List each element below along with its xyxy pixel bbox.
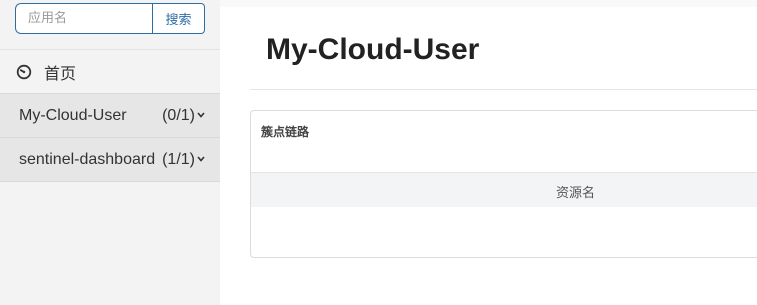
nav-home[interactable]: 首页 bbox=[0, 49, 220, 93]
page-title: My-Cloud-User bbox=[266, 33, 480, 66]
table-header: 资源名 bbox=[251, 172, 757, 207]
sidebar: 搜索 首页 My-Cloud-User (0/1) sentinel-dashb… bbox=[0, 0, 220, 305]
app-name: My-Cloud-User bbox=[19, 106, 127, 124]
search-input[interactable] bbox=[15, 3, 152, 34]
chevron-down-icon bbox=[196, 107, 206, 118]
dashboard-gauge-icon bbox=[16, 64, 32, 80]
sidebar-app-sentinel-dashboard[interactable]: sentinel-dashboard (1/1) bbox=[0, 137, 220, 182]
sidebar-app-my-cloud-user[interactable]: My-Cloud-User (0/1) bbox=[0, 93, 220, 137]
search-box: 搜索 bbox=[15, 3, 205, 34]
nav-home-label: 首页 bbox=[44, 63, 77, 83]
app-count: (0/1) bbox=[162, 106, 195, 124]
chevron-down-icon bbox=[196, 151, 206, 162]
cluster-chain-card: 簇点链路 资源名 bbox=[250, 110, 757, 258]
main-content: My-Cloud-User 簇点链路 资源名 bbox=[220, 7, 757, 305]
app-name: sentinel-dashboard bbox=[19, 150, 156, 168]
divider bbox=[250, 89, 757, 90]
card-title: 簇点链路 bbox=[261, 125, 310, 139]
search-button[interactable]: 搜索 bbox=[152, 3, 205, 34]
app-count: (1/1) bbox=[162, 150, 195, 168]
column-header-resource-name: 资源名 bbox=[556, 186, 596, 201]
